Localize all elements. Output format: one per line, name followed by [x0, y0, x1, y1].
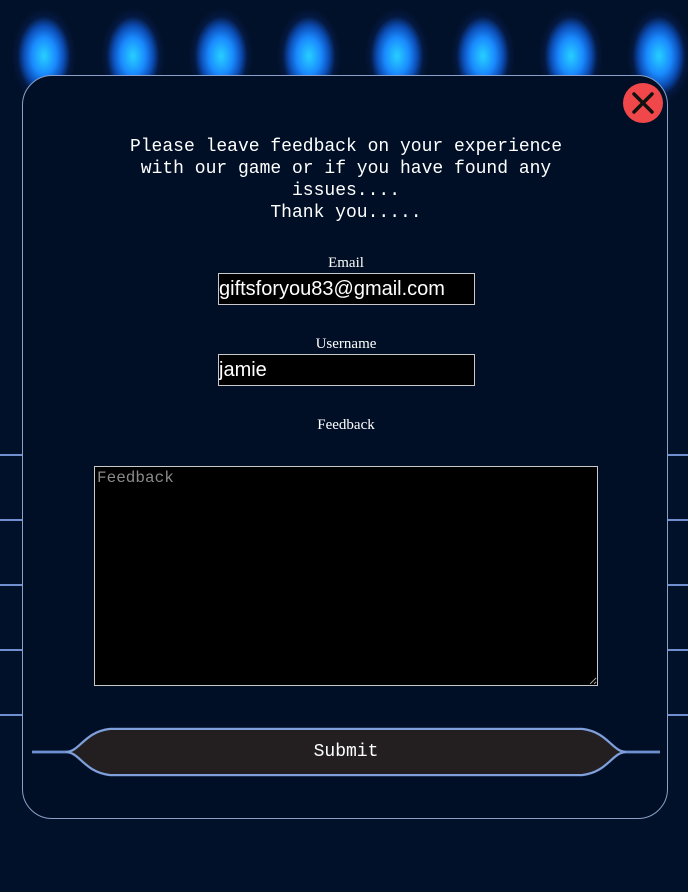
- feedback-label: Feedback: [317, 417, 375, 433]
- username-label: Username: [315, 336, 377, 352]
- feedback-textarea[interactable]: [94, 466, 598, 686]
- decor-line: [668, 714, 688, 716]
- decor-line: [668, 649, 688, 651]
- decor-line: [0, 454, 24, 456]
- decor-line: [668, 454, 688, 456]
- decor-line: [0, 714, 24, 716]
- intro-text: Please leave feedback on your experience…: [129, 137, 563, 223]
- decor-line: [668, 519, 688, 521]
- decor-line: [0, 649, 24, 651]
- decor-line: [668, 584, 688, 586]
- email-field[interactable]: [218, 273, 475, 305]
- close-button[interactable]: [623, 83, 663, 123]
- email-label: Email: [328, 255, 364, 271]
- close-icon: [632, 92, 654, 114]
- submit-button[interactable]: Submit: [32, 726, 660, 778]
- username-field[interactable]: [218, 354, 475, 386]
- submit-button-frame: Submit: [32, 726, 660, 778]
- decor-line: [0, 584, 24, 586]
- decor-line: [0, 519, 24, 521]
